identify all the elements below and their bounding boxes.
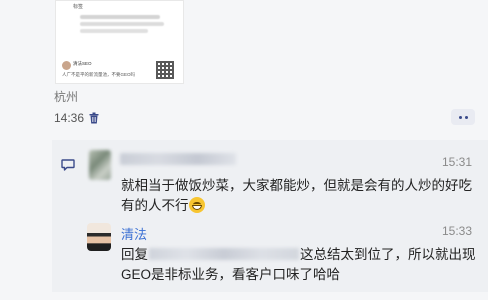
grinning-face-emoji <box>188 197 205 213</box>
post-image-text-line <box>80 22 164 26</box>
commenter-avatar[interactable] <box>89 150 111 180</box>
qr-code-icon <box>156 61 174 79</box>
post-image-text-line <box>80 15 160 19</box>
post-meta-row: 14:36 <box>54 111 99 125</box>
post-image-author-avatar <box>62 61 71 70</box>
reply-author-avatar[interactable] <box>87 223 111 251</box>
post-time: 14:36 <box>54 111 85 125</box>
dot-icon <box>458 115 462 119</box>
more-options-button[interactable] <box>451 109 475 125</box>
post-image-tag: 标签 <box>73 4 84 10</box>
comment-text[interactable]: 就相当于做饭炒菜，大家都能炒，但就是会有的人炒的好吃有的人不行 <box>121 176 477 216</box>
comment-body: 就相当于做饭炒菜，大家都能炒，但就是会有的人炒的好吃有的人不行 <box>121 178 472 213</box>
commenter-name-redacted[interactable] <box>120 153 236 165</box>
reply-author-name[interactable]: 清法 <box>121 224 147 243</box>
comment-timestamp: 15:31 <box>441 155 472 169</box>
reply-target-name-redacted <box>149 248 299 260</box>
post-image-author: 清法SEO <box>73 61 92 66</box>
delete-icon[interactable] <box>89 112 99 124</box>
post-location[interactable]: 杭州 <box>54 88 78 105</box>
reply-prefix: 回复 <box>121 247 148 262</box>
post-image-text-line <box>80 29 148 33</box>
reply-timestamp: 15:33 <box>441 224 472 238</box>
comment-icon <box>61 159 75 171</box>
reply-text[interactable]: 回复 这总结太到位了，所以就出现GEO是非标业务，看客户口味了哈哈 <box>121 245 477 285</box>
post-image[interactable]: 标签 清法SEO 人广不是平的新流量池，不要GEO吗 <box>55 0 184 84</box>
dot-icon <box>464 115 468 119</box>
post-image-caption: 人广不是平的新流量池，不要GEO吗 <box>62 72 136 77</box>
